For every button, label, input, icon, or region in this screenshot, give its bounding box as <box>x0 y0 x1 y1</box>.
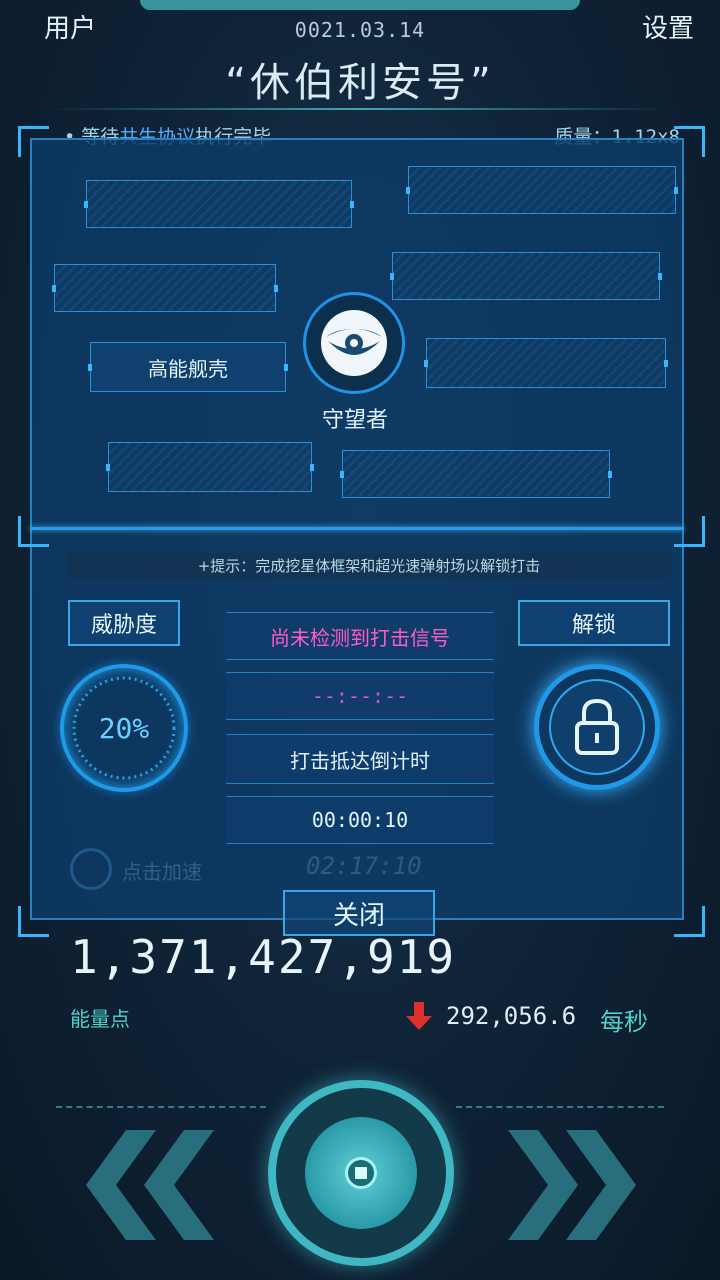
threat-percent: 20% <box>98 712 150 745</box>
signal-time-row: --:--:-- <box>226 672 494 720</box>
energy-total: 1,371,427,919 <box>70 930 457 984</box>
module-slot-7[interactable] <box>340 450 612 498</box>
boost-timer: 02:17:10 <box>306 852 422 880</box>
threat-label-box: 威胁度 <box>68 600 180 646</box>
countdown-label: 打击抵达倒计时 <box>290 748 430 773</box>
module-slot-1[interactable] <box>84 180 354 228</box>
ship-name-title: “休伯利安号” <box>225 60 495 106</box>
module-hull-label: 高能舰壳 <box>148 356 228 381</box>
panel-divider <box>30 527 684 530</box>
module-slot-hull[interactable]: 高能舰壳 <box>88 342 288 392</box>
panel-corner-bottom-right <box>674 906 705 937</box>
threat-label: 威胁度 <box>90 613 157 638</box>
hint-bar: +提示：完成挖星体框架和超光速弹射场以解锁打击 <box>68 553 670 579</box>
countdown-value-row: 00:00:10 <box>226 796 494 844</box>
module-slot-6[interactable] <box>106 442 314 492</box>
dash-line-right <box>456 1106 664 1108</box>
boost-label: 点击加速 <box>122 860 202 884</box>
close-label: 关闭 <box>332 900 385 931</box>
countdown-label-row: 打击抵达倒计时 <box>226 734 494 784</box>
guardian-emblem[interactable] <box>303 292 405 394</box>
down-arrow-icon <box>406 1002 432 1030</box>
guardian-label: 守望者 <box>321 408 388 433</box>
signal-time: --:--:-- <box>311 684 409 708</box>
energy-rate-unit: 每秒 <box>600 1008 648 1036</box>
signal-status: 尚未检测到打击信号 <box>270 625 450 650</box>
energy-label: 能量点 <box>70 1007 130 1031</box>
double-chevron-left-icon[interactable] <box>66 1130 216 1240</box>
panel-corner-bottom-left <box>18 906 49 937</box>
module-slot-2[interactable] <box>406 166 678 214</box>
panel-corner-top-left <box>18 126 49 157</box>
module-slot-4[interactable] <box>390 252 662 300</box>
unlock-label: 解锁 <box>571 613 616 638</box>
header-divider <box>50 108 670 110</box>
dash-line-left <box>56 1106 266 1108</box>
panel-mid-right <box>674 516 705 547</box>
lock-icon <box>575 698 619 755</box>
energy-rate: 292,056.6 <box>446 1002 577 1030</box>
module-slot-3[interactable] <box>52 264 278 312</box>
date-display: 0021.03.14 <box>294 18 426 42</box>
stop-icon <box>355 1167 367 1179</box>
countdown-value: 00:00:10 <box>311 808 409 832</box>
boost-icon <box>70 848 112 890</box>
panel-corner-top-right <box>674 126 705 157</box>
panel-mid-left <box>18 516 49 547</box>
top-accent-strip <box>140 0 580 10</box>
module-slot-5[interactable] <box>424 338 668 388</box>
guardian-emblem-icon <box>321 310 387 376</box>
settings-button[interactable]: 设置 <box>642 8 694 45</box>
unlock-button[interactable]: 解锁 <box>518 600 670 646</box>
lock-core[interactable] <box>549 679 645 775</box>
signal-status-row: 尚未检测到打击信号 <box>226 612 494 660</box>
double-chevron-right-icon[interactable] <box>506 1130 656 1240</box>
